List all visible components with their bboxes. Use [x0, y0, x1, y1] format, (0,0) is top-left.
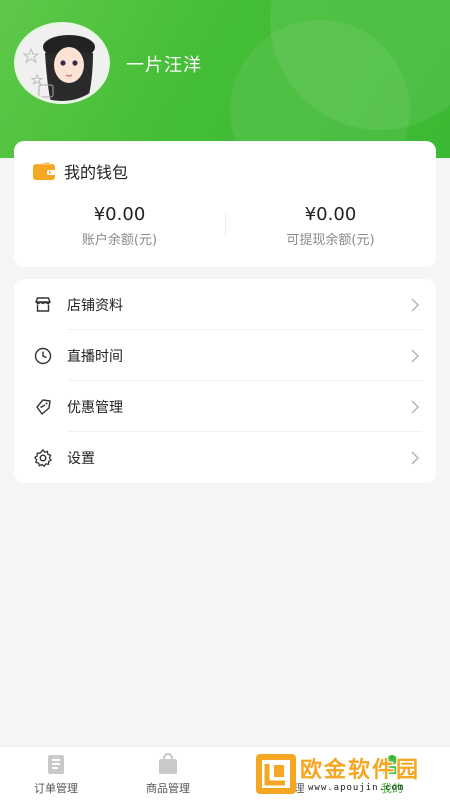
coupon-icon: [36, 398, 51, 415]
menu-item-label: 优惠管理: [67, 399, 123, 416]
wallet-card[interactable]: 我的钱包 ¥0.00 账户余额(元) ¥0.00 可提现余额(元): [14, 141, 436, 267]
gear-icon: [34, 448, 52, 467]
wallet-icon: [33, 162, 55, 180]
wallet-title: 我的钱包: [64, 163, 129, 182]
menu-item-live-time[interactable]: 直播时间: [14, 330, 436, 381]
menu-item-label: 店铺资料: [67, 297, 123, 314]
username: 一片汪洋: [126, 55, 202, 76]
tab-products[interactable]: 商品管理: [112, 747, 224, 800]
menu-item-label: 直播时间: [67, 348, 123, 365]
watermark-url: www.apoujin.com: [308, 783, 405, 793]
tab-orders[interactable]: 订单管理: [0, 747, 112, 800]
chevron-right-icon: [411, 348, 420, 363]
balance-label: 账户余额(元): [81, 233, 158, 248]
tab-label: 商品管理: [146, 782, 190, 795]
watermark: 欧金软件园 www.apoujin.com: [248, 746, 450, 800]
menu-item-store-info[interactable]: 店铺资料: [14, 279, 436, 330]
avatar[interactable]: [14, 22, 110, 104]
balance-amount: ¥0.00: [93, 204, 146, 225]
menu-item-coupons[interactable]: 优惠管理: [14, 381, 436, 432]
wallet-header: 我的钱包: [32, 159, 128, 183]
chevron-right-icon: [411, 450, 420, 465]
watermark-logo: [256, 754, 296, 794]
account-balance[interactable]: ¥0.00 账户余额(元): [14, 204, 225, 248]
bag-icon: [159, 753, 177, 774]
chevron-right-icon: [411, 297, 420, 312]
menu-item-label: 设置: [67, 450, 95, 467]
chevron-right-icon: [411, 399, 420, 414]
balance-amount: ¥0.00: [304, 204, 357, 225]
withdrawable-balance[interactable]: ¥0.00 可提现余额(元): [225, 204, 436, 248]
order-icon: [48, 755, 64, 774]
menu-list: 店铺资料 直播时间 优惠管理 设置: [14, 279, 436, 483]
store-icon: [35, 296, 51, 312]
menu-item-settings[interactable]: 设置: [14, 432, 436, 483]
balance-label: 可提现余额(元): [286, 233, 375, 248]
clock-icon: [34, 347, 52, 364]
watermark-brand: 欧金软件园: [300, 758, 421, 783]
tab-label: 订单管理: [34, 782, 78, 795]
